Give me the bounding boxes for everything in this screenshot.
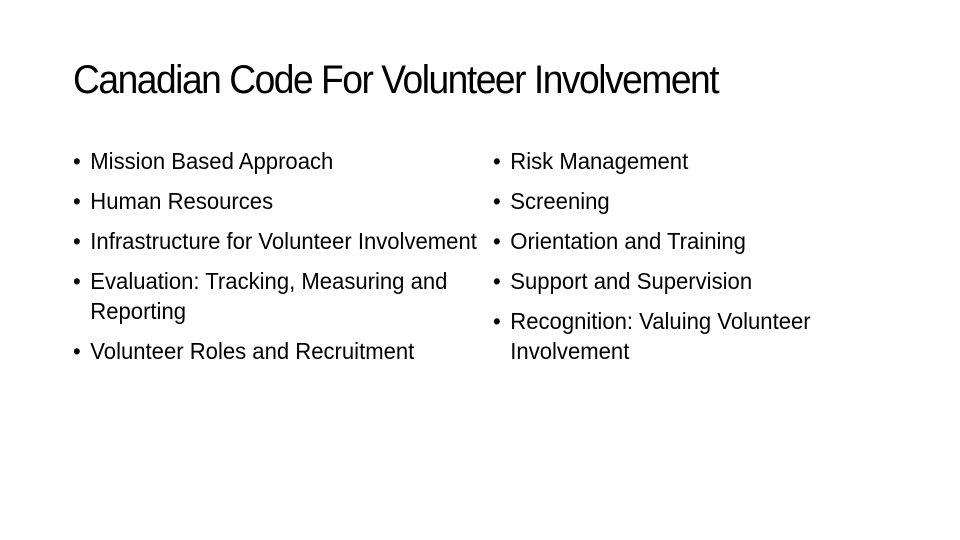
bullet-icon: • xyxy=(73,268,81,294)
list-item-text: Support and Supervision xyxy=(510,268,753,294)
list-item-text: Recognition: Valuing Volunteer Involveme… xyxy=(510,308,811,364)
list-item-text: Risk Management xyxy=(510,148,689,174)
list-item: • Screening xyxy=(493,186,913,216)
list-item-text: Evaluation: Tracking, Measuring and Repo… xyxy=(90,268,448,324)
list-item-text: Human Resources xyxy=(90,188,274,214)
list-item: • Recognition: Valuing Volunteer Involvem… xyxy=(493,306,913,366)
bullet-icon: • xyxy=(73,338,81,364)
bullet-icon: • xyxy=(493,188,501,214)
bullet-icon: • xyxy=(493,228,501,254)
bullet-icon: • xyxy=(493,148,501,174)
left-bullet-list: • Mission Based Approach • Human Resources… xyxy=(73,146,483,376)
list-item: • Risk Management xyxy=(493,146,913,176)
right-bullet-list: • Risk Management • Screening • Orientation… xyxy=(493,146,893,376)
list-item: • Infrastructure for Volunteer Involvemen… xyxy=(73,226,493,256)
bullet-icon: • xyxy=(73,148,81,174)
bullet-icon: • xyxy=(73,188,81,214)
bullet-icon: • xyxy=(493,308,501,334)
bullet-icon: • xyxy=(73,228,81,254)
list-item-text: Orientation and Training xyxy=(510,228,746,254)
list-item-text: Volunteer Roles and Recruitment xyxy=(90,338,415,364)
slide-title: Canadian Code For Volunteer Involvement xyxy=(73,58,720,102)
list-item-text: Infrastructure for Volunteer Involvement xyxy=(90,228,477,254)
list-item-text: Mission Based Approach xyxy=(90,148,334,174)
list-item: • Mission Based Approach xyxy=(73,146,493,176)
list-item-text: Screening xyxy=(510,188,610,214)
list-item: • Human Resources xyxy=(73,186,493,216)
bullet-icon: • xyxy=(493,268,501,294)
list-item: • Volunteer Roles and Recruitment xyxy=(73,336,493,366)
list-item: • Evaluation: Tracking, Measuring and Rep… xyxy=(73,266,493,326)
list-item: • Orientation and Training xyxy=(493,226,913,256)
list-item: • Support and Supervision xyxy=(493,266,913,296)
